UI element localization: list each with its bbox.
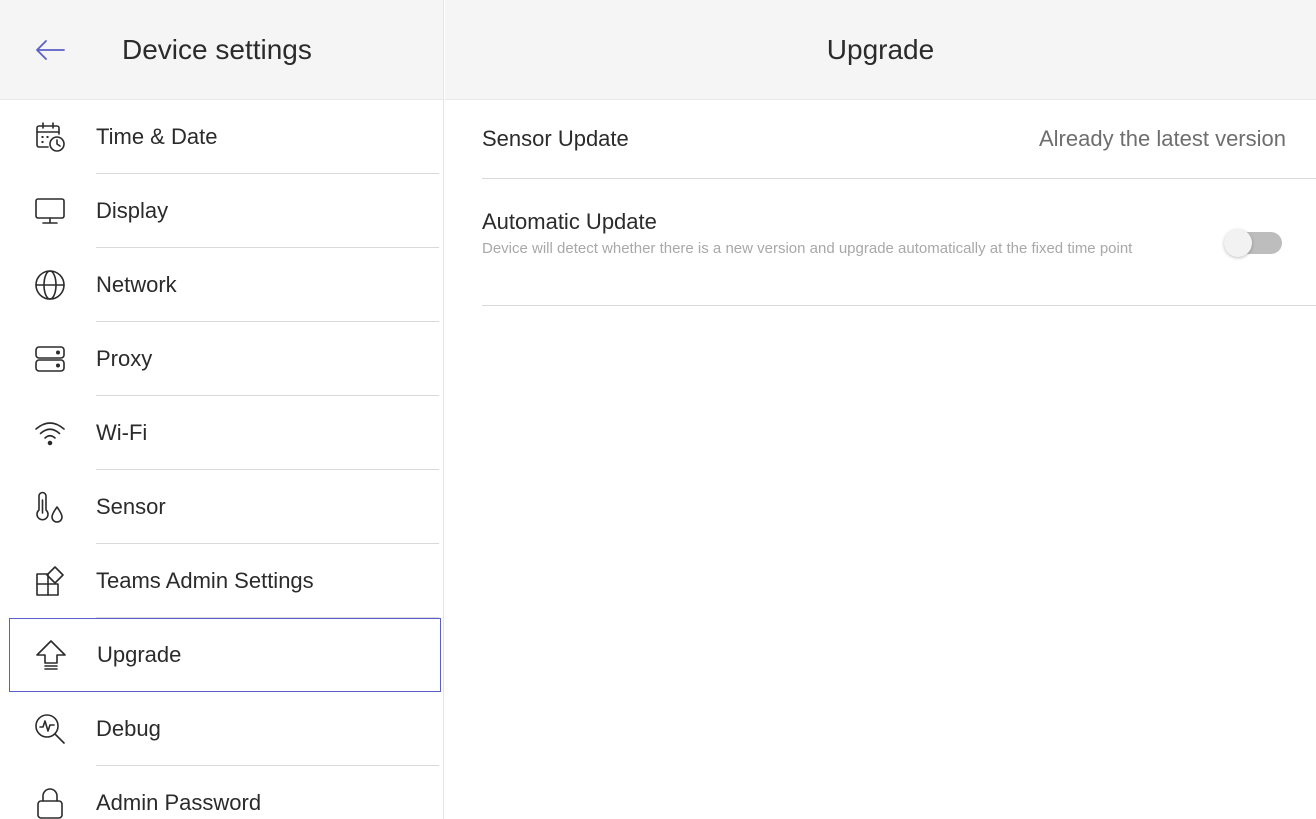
- sidebar-title: Device settings: [122, 33, 312, 65]
- sensor-update-row[interactable]: Sensor Update Already the latest version: [482, 100, 1316, 179]
- sidebar-item-label: Upgrade: [97, 642, 182, 667]
- automatic-update-row: Automatic Update Device will detect whet…: [482, 179, 1316, 306]
- server-icon: [30, 339, 70, 379]
- sidebar-item-debug[interactable]: Debug: [0, 692, 443, 766]
- automatic-update-description: Device will detect whether there is a ne…: [482, 240, 1133, 257]
- back-button[interactable]: [30, 30, 70, 70]
- sidebar-item-label: Display: [96, 198, 169, 223]
- sensor-update-status: Already the latest version: [1038, 126, 1286, 151]
- monitor-icon: [30, 191, 70, 231]
- automatic-update-toggle[interactable]: [1224, 229, 1282, 257]
- sidebar-item-label: Network: [96, 272, 177, 297]
- sidebar-item-label: Wi-Fi: [96, 420, 148, 445]
- sidebar-item-wifi[interactable]: Wi-Fi: [0, 396, 443, 470]
- thermometer-drop-icon: [30, 487, 70, 527]
- sidebar-item-label: Admin Password: [96, 790, 262, 815]
- page-title: Upgrade: [826, 33, 935, 65]
- settings-nav: Time & Date Display Network Proxy Wi-Fi …: [0, 100, 443, 819]
- automatic-update-label: Automatic Update: [482, 209, 657, 234]
- lock-icon: [30, 783, 70, 819]
- apps-icon: [30, 561, 70, 601]
- sidebar-item-admin-password[interactable]: Admin Password: [0, 766, 443, 819]
- sidebar-item-label: Debug: [96, 716, 161, 741]
- sidebar-item-label: Proxy: [96, 346, 153, 371]
- globe-icon: [30, 265, 70, 305]
- sidebar: Device settings Time & Date Display Netw…: [0, 0, 444, 819]
- sidebar-item-label: Time & Date: [96, 124, 218, 149]
- main-header: Upgrade: [445, 0, 1316, 100]
- sidebar-item-upgrade[interactable]: Upgrade: [9, 618, 441, 692]
- wifi-icon: [30, 413, 70, 453]
- main-panel: Upgrade Sensor Update Already the latest…: [445, 0, 1316, 819]
- debug-magnifier-icon: [30, 709, 70, 749]
- sidebar-item-time-date[interactable]: Time & Date: [0, 100, 443, 174]
- sidebar-item-teams-admin-settings[interactable]: Teams Admin Settings: [0, 544, 443, 618]
- sensor-update-label: Sensor Update: [482, 126, 629, 151]
- calendar-clock-icon: [30, 117, 70, 157]
- sidebar-item-sensor[interactable]: Sensor: [0, 470, 443, 544]
- sidebar-item-label: Sensor: [96, 494, 166, 519]
- sidebar-header: Device settings: [0, 0, 443, 100]
- toggle-knob: [1224, 229, 1252, 257]
- upgrade-arrow-icon: [31, 635, 71, 675]
- sidebar-item-label: Teams Admin Settings: [96, 568, 314, 593]
- back-arrow-icon: [36, 39, 65, 60]
- sidebar-item-display[interactable]: Display: [0, 174, 443, 248]
- sidebar-item-network[interactable]: Network: [0, 248, 443, 322]
- device-settings-app: Device settings Time & Date Display Netw…: [0, 0, 1316, 819]
- sidebar-item-proxy[interactable]: Proxy: [0, 322, 443, 396]
